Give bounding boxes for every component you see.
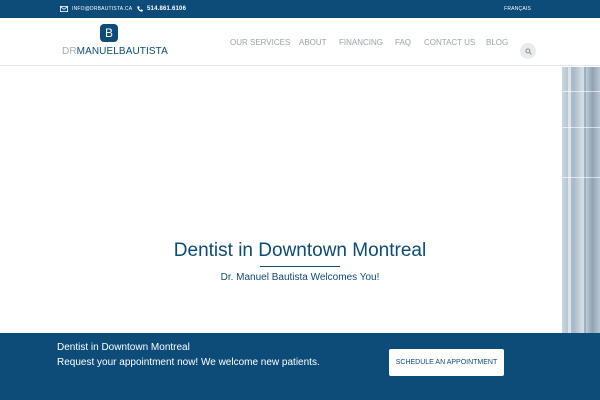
phone-text: 514.861.6106 <box>147 6 187 12</box>
hero-title: Dentist in Downtown Montreal <box>173 240 427 261</box>
cta-text: Request your appointment now! We welcome… <box>57 357 320 368</box>
language-switch[interactable]: FRANÇAIS <box>504 0 531 18</box>
nav-item-contact-us[interactable]: CONTACT US <box>424 18 475 66</box>
hero-section <box>0 67 600 333</box>
search-button[interactable] <box>520 43 536 59</box>
search-icon <box>524 42 532 60</box>
phone-link[interactable]: 514.861.6106 <box>137 0 186 18</box>
nav-item-our-services[interactable]: OUR SERVICES <box>230 18 290 66</box>
main-nav: OUR SERVICES ABOUT FINANCING FAQ CONTACT… <box>0 18 600 66</box>
nav-item-about[interactable]: ABOUT <box>299 18 327 66</box>
cta-title: Dentist in Downtown Montreal <box>57 342 190 353</box>
phone-icon <box>137 6 143 12</box>
email-link[interactable]: INFO@DRBAUTISTA.CA <box>60 0 132 18</box>
hero-divider <box>260 266 340 267</box>
schedule-appointment-button[interactable]: SCHEDULE AN APPOINTMENT <box>389 349 504 376</box>
envelope-icon <box>60 6 68 12</box>
top-bar: INFO@DRBAUTISTA.CA 514.861.6106 FRANÇAIS <box>0 0 600 18</box>
nav-item-blog[interactable]: BLOG <box>486 18 508 66</box>
email-text: INFO@DRBAUTISTA.CA <box>72 6 133 12</box>
nav-item-faq[interactable]: FAQ <box>395 18 411 66</box>
hero-photo <box>562 67 600 333</box>
nav-item-financing[interactable]: FINANCING <box>339 18 383 66</box>
hero-subtitle: Dr. Manuel Bautista Welcomes You! <box>220 272 380 283</box>
